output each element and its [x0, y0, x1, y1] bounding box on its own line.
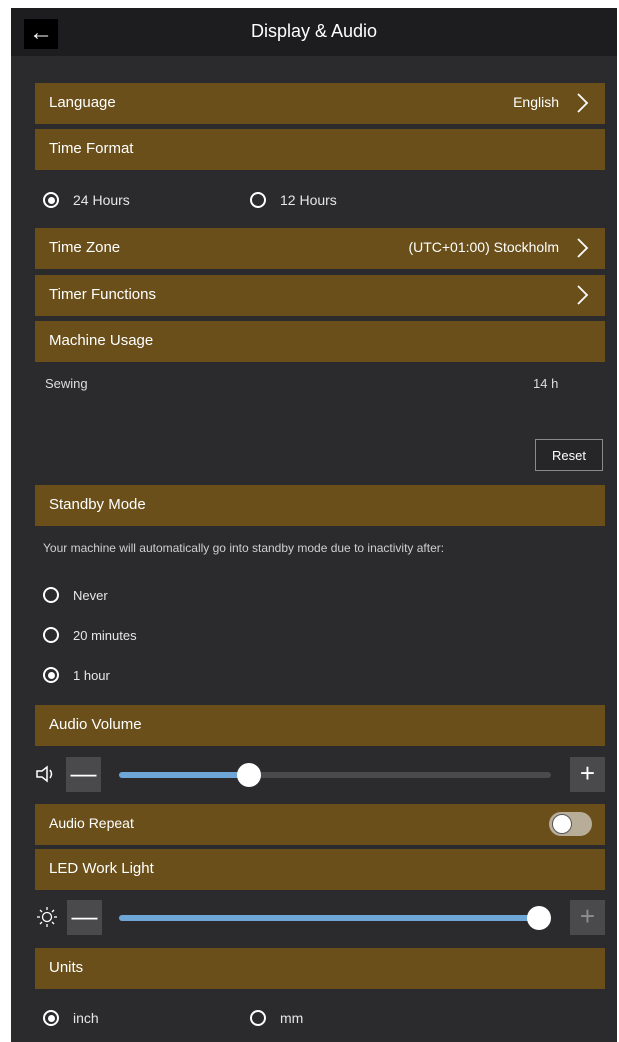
radio-label: 12 Hours [280, 192, 337, 208]
page-title: Display & Audio [250, 21, 378, 41]
light-slider[interactable] [119, 906, 551, 930]
language-row[interactable]: Language English [35, 83, 605, 124]
audio-volume-label: Audio Volume [49, 716, 142, 733]
units-header: Units [35, 948, 605, 989]
radio-mm[interactable]: mm [250, 1010, 303, 1026]
radio-label: 1 hour [73, 667, 110, 683]
volume-slider-thumb[interactable] [236, 763, 261, 787]
top-bar: ← Display & Audio [11, 8, 617, 56]
led-work-light-header: LED Work Light [35, 849, 605, 890]
radio-label: inch [73, 1010, 99, 1026]
radio-label: 24 Hours [73, 192, 130, 208]
usage-item-label: Sewing [45, 376, 88, 391]
light-decrease-button[interactable]: — [67, 900, 102, 935]
radio-inch[interactable]: inch [43, 1010, 99, 1026]
audio-repeat-label: Audio Repeat [49, 815, 134, 831]
units-label: Units [49, 959, 84, 976]
light-slider-fill [119, 915, 539, 921]
minus-icon: — [71, 901, 98, 931]
volume-increase-button[interactable]: + [570, 757, 605, 792]
language-value: English [513, 94, 559, 110]
time-zone-value: (UTC+01:00) Stockholm [408, 239, 559, 255]
audio-volume-header: Audio Volume [35, 705, 605, 746]
volume-slider-fill [119, 772, 249, 778]
radio-12-hours[interactable]: 12 Hours [250, 192, 337, 208]
timer-functions-label: Timer Functions [49, 286, 156, 303]
usage-item-value: 14 h [533, 376, 559, 391]
time-format-label: Time Format [49, 140, 134, 157]
radio-label: 20 minutes [73, 627, 137, 643]
radio-label: Never [73, 587, 108, 603]
radio-1-hour[interactable]: 1 hour [43, 667, 110, 683]
audio-repeat-row: Audio Repeat [35, 804, 605, 845]
volume-slider[interactable] [119, 763, 551, 787]
time-zone-row[interactable]: Time Zone (UTC+01:00) Stockholm [35, 228, 605, 269]
chevron-right-icon [577, 238, 589, 258]
speaker-icon [36, 765, 53, 783]
radio-unselected-icon [250, 192, 266, 208]
chevron-right-icon [577, 93, 589, 113]
reset-button[interactable]: Reset [535, 439, 603, 471]
standby-mode-header: Standby Mode [35, 485, 605, 526]
radio-label: mm [280, 1010, 304, 1026]
radio-selected-icon [43, 192, 59, 208]
machine-usage-header: Machine Usage [35, 321, 605, 362]
radio-unselected-icon [43, 587, 59, 603]
language-label: Language [49, 94, 116, 111]
radio-selected-icon [43, 667, 59, 683]
radio-unselected-icon [250, 1010, 266, 1026]
sun-icon [37, 907, 57, 927]
toggle-knob [552, 814, 572, 834]
radio-unselected-icon [43, 627, 59, 643]
light-slider-thumb[interactable] [527, 906, 551, 930]
minus-icon: — [70, 758, 97, 788]
settings-screen: ← Display & Audio Language English Time … [11, 8, 617, 1042]
machine-usage-label: Machine Usage [49, 332, 154, 349]
radio-selected-icon [43, 1010, 59, 1026]
radio-never[interactable]: Never [43, 587, 108, 603]
standby-mode-label: Standby Mode [49, 496, 146, 513]
chevron-right-icon [577, 285, 589, 305]
volume-decrease-button[interactable]: — [66, 757, 101, 792]
time-zone-label: Time Zone [49, 239, 121, 256]
plus-icon: + [579, 901, 596, 931]
radio-20-minutes[interactable]: 20 minutes [43, 627, 137, 643]
audio-repeat-toggle[interactable] [549, 812, 592, 836]
radio-24-hours[interactable]: 24 Hours [43, 192, 130, 208]
light-increase-button[interactable]: + [570, 900, 605, 935]
time-format-header: Time Format [35, 129, 605, 170]
timer-functions-row[interactable]: Timer Functions [35, 275, 605, 316]
plus-icon: + [579, 758, 596, 788]
led-work-light-label: LED Work Light [49, 860, 154, 877]
standby-description: Your machine will automatically go into … [43, 541, 445, 555]
